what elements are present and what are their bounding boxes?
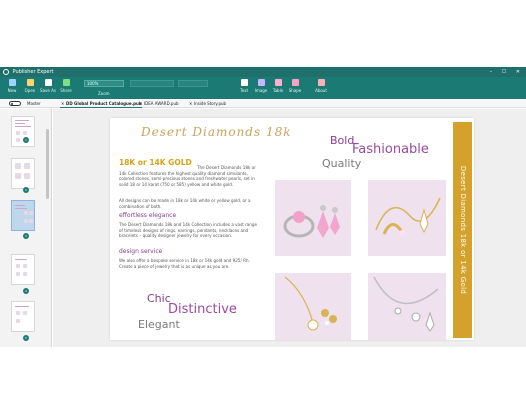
window-title: Publisher Expert (12, 69, 54, 75)
master-toggle[interactable] (9, 101, 21, 106)
intro-paragraph[interactable]: The Desert Diamonds 18k or 14k Collectio… (119, 165, 257, 187)
paragraph-3[interactable]: The Desert Diamonds 18k and 14k Collecti… (119, 222, 257, 239)
save-icon (44, 79, 52, 86)
zoom-label: Zoom (98, 91, 110, 96)
tab-dd-global-product-catalogue[interactable]: ✕ DD Global Product Catalogue.pub (60, 99, 142, 108)
page-thumbnail-1[interactable] (11, 116, 35, 147)
word-fashionable[interactable]: Fashionable (352, 142, 429, 157)
page-number-badge: 3 (23, 233, 29, 239)
page-number-badge: 5 (23, 335, 29, 341)
paragraph-4[interactable]: We also offer a bespoke service in 18k o… (119, 258, 257, 269)
new-button[interactable]: New (3, 79, 21, 93)
table-label: Table (272, 88, 284, 93)
photo-gold-pendant[interactable] (368, 180, 446, 256)
page-thumbnail-2[interactable] (11, 158, 35, 189)
new-label: New (7, 88, 17, 93)
page-thumbnail-4[interactable] (11, 254, 35, 285)
master-label: Master (27, 101, 41, 106)
image-button[interactable]: Image (252, 79, 270, 93)
thumbnails-scrollbar[interactable] (46, 129, 49, 199)
page-number-badge: 1 (23, 137, 29, 143)
save-as-label: Save As (40, 88, 56, 93)
page-heading[interactable]: Desert Diamonds 18k (141, 125, 292, 139)
shape-label: Shape (288, 88, 302, 93)
zoom-input[interactable]: 100% (84, 80, 124, 87)
share-button[interactable]: Share (57, 79, 75, 93)
open-button[interactable]: Open (21, 79, 39, 93)
document-tabbar: Master ✕ DD Global Product Catalogue.pub … (0, 99, 526, 108)
text-button[interactable]: Text (235, 79, 253, 93)
pendant-image (368, 180, 446, 256)
photo-gold-earrings[interactable] (275, 273, 351, 340)
text-label: Text (239, 88, 249, 93)
font-selector[interactable] (130, 80, 174, 87)
folder-icon (26, 79, 34, 86)
page-thumbnail-3[interactable] (11, 200, 35, 231)
subheading-design-service[interactable]: design service (119, 248, 162, 255)
share-label: Share (60, 88, 72, 93)
save-as-button[interactable]: Save As (39, 79, 57, 93)
tab-label: IDEA AWARD.pub (144, 101, 179, 106)
word-elegant[interactable]: Elegant (138, 318, 180, 331)
window-controls[interactable]: – ☐ ✕ (490, 67, 524, 77)
page-thumbnail-5[interactable] (11, 301, 35, 332)
title-bar: Publisher Expert – ☐ ✕ (0, 67, 526, 77)
gold-earrings-image (275, 273, 351, 340)
close-icon[interactable]: ✕ (189, 99, 192, 108)
new-file-icon (8, 79, 16, 86)
share-icon (62, 79, 70, 86)
shape-button[interactable]: Shape (286, 79, 304, 93)
close-icon[interactable]: ✕ (61, 99, 64, 108)
about-label: About (315, 88, 327, 93)
word-distinctive[interactable]: Distinctive (168, 302, 237, 317)
necklace-image (368, 273, 446, 340)
table-icon (274, 79, 282, 86)
tab-idea-award[interactable]: ✕ IDEA AWARD.pub (138, 99, 179, 108)
shape-icon (291, 79, 299, 86)
image-icon (257, 79, 265, 86)
page-thumbnails-panel: 1 2 3 4 5 (0, 109, 52, 347)
page-spread: Desert Diamonds 18k 18K or 14K GOLD The … (110, 118, 474, 340)
page-number-badge: 4 (23, 288, 29, 294)
page-number-badge: 2 (23, 187, 29, 193)
gold-vertical-band: Desert Diamonds 18k or 14k Gold (453, 122, 472, 338)
photo-silver-necklace[interactable] (368, 273, 446, 340)
close-icon[interactable]: ✕ (139, 99, 142, 108)
word-bold[interactable]: Bold (330, 134, 354, 147)
table-button[interactable]: Table (269, 79, 287, 93)
word-quality[interactable]: Quality (322, 157, 361, 170)
photo-pink-ring-earrings[interactable] (275, 180, 351, 256)
tab-label: DD Global Product Catalogue.pub (66, 101, 142, 106)
band-text[interactable]: Desert Diamonds 18k or 14k Gold (459, 166, 467, 294)
about-button[interactable]: About (312, 79, 330, 93)
ribbon-toolbar: New Open Save As Share 100% Zoom Text Im… (0, 77, 526, 99)
about-icon (317, 79, 325, 86)
open-label: Open (24, 88, 36, 93)
ring-earrings-image (275, 180, 351, 256)
paragraph-2[interactable]: All designs can be made in 18k or 14k wh… (119, 198, 257, 209)
image-label: Image (254, 88, 268, 93)
text-icon (240, 79, 248, 86)
tab-inside-story[interactable]: ✕ Inside Story.pub (188, 99, 226, 108)
subheading-effortless-elegance[interactable]: effortless elegance (119, 212, 176, 219)
font-size-selector[interactable] (178, 80, 208, 87)
app-logo-icon (3, 68, 9, 75)
tab-label: Inside Story.pub (194, 101, 227, 106)
